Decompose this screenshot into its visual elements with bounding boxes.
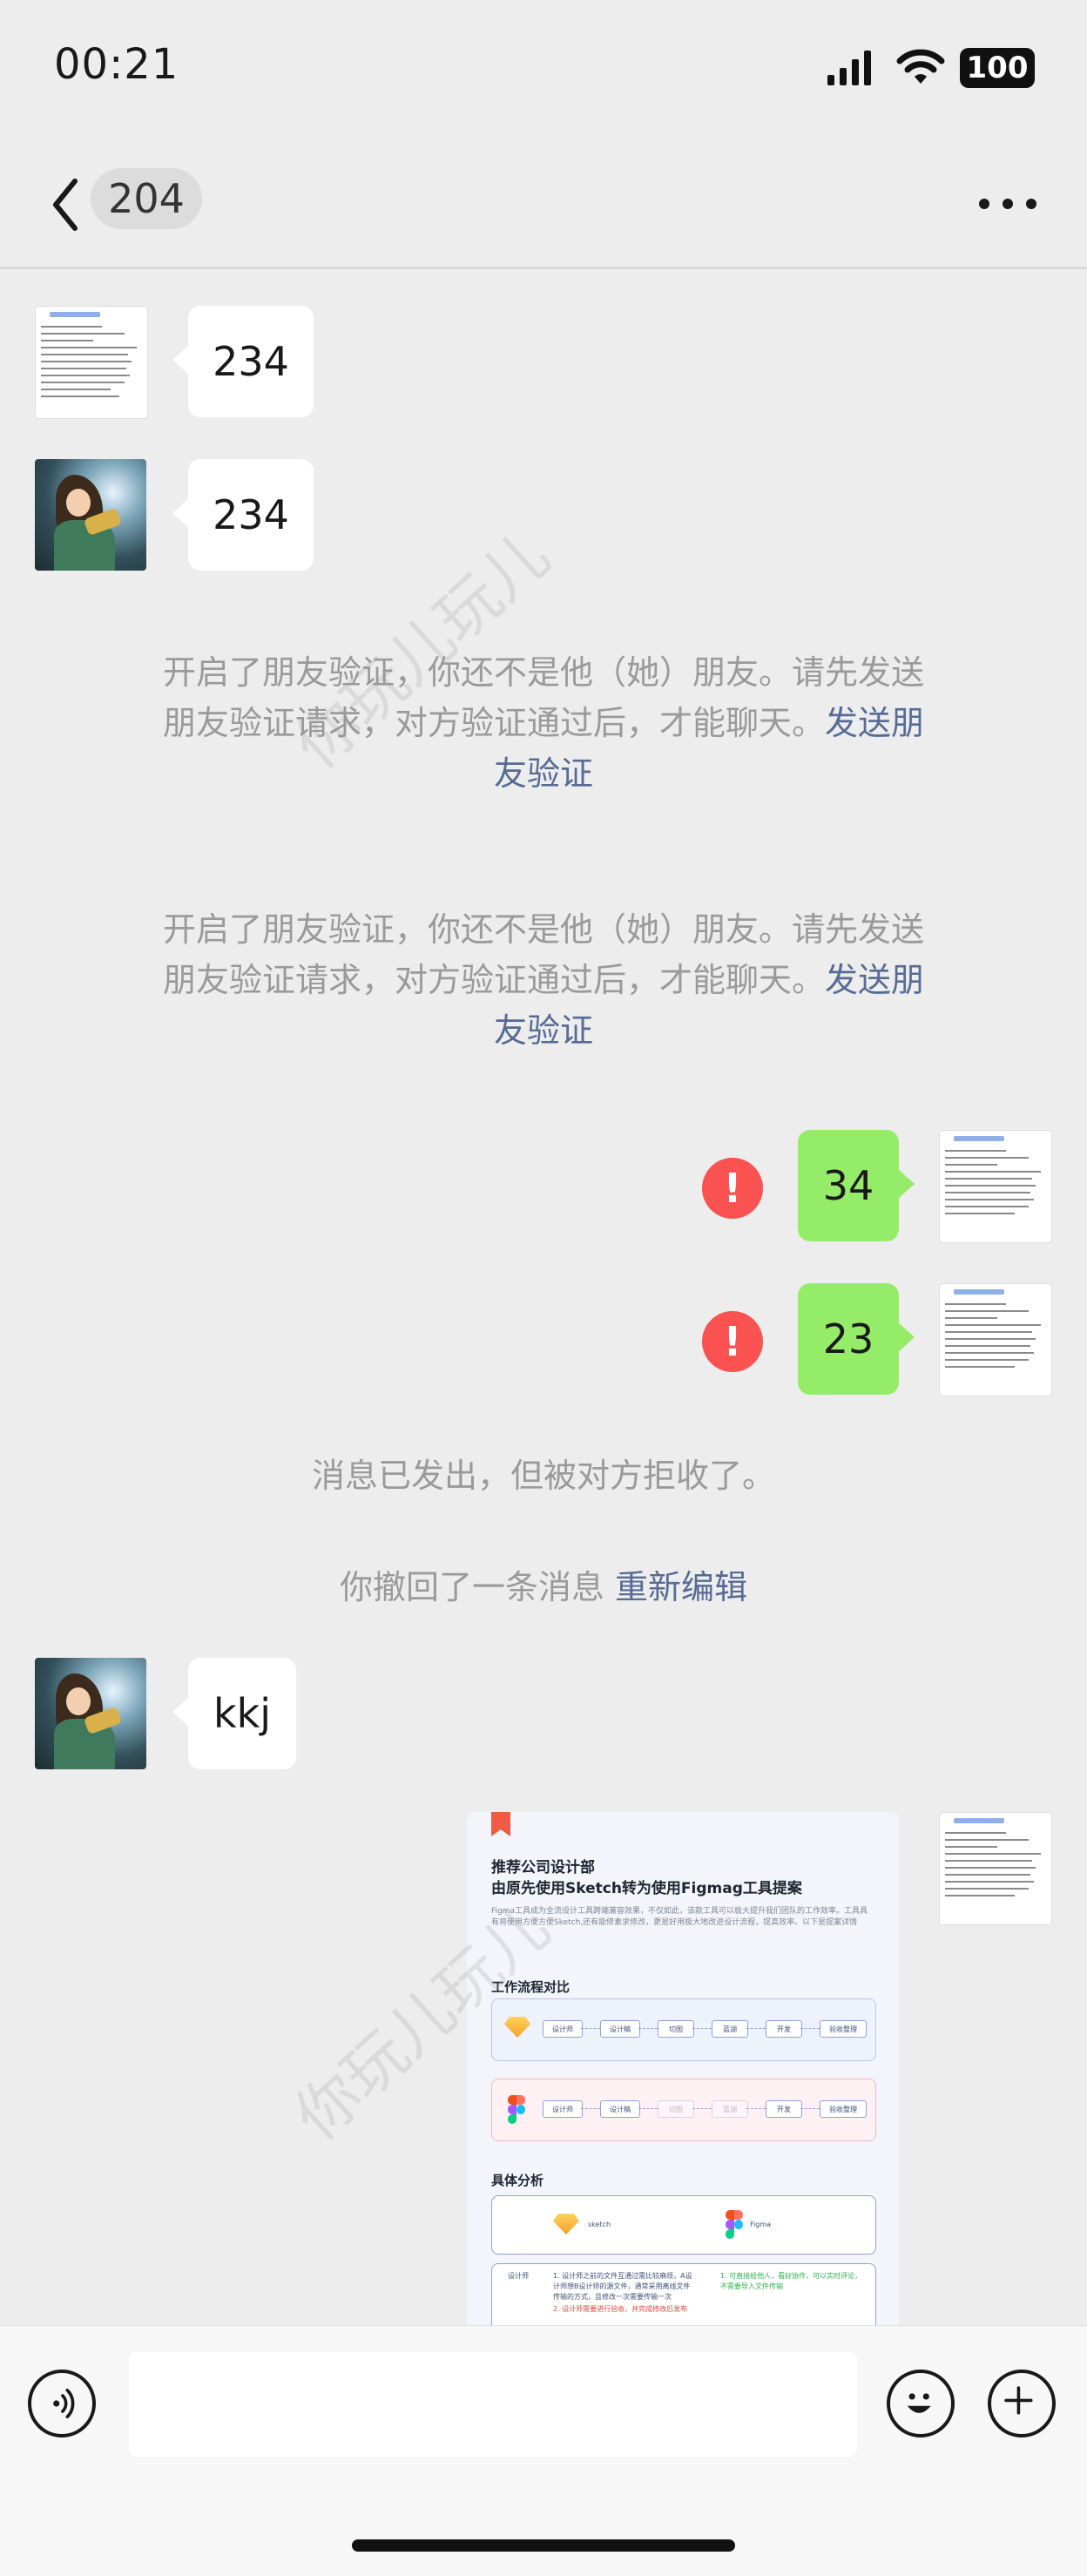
doc-description: Figma工具成为全流设计工具跨端兼容效果，不仅如此，该款工具可以极大提升我们团… xyxy=(491,1907,868,1927)
send-failed-icon[interactable]: ! xyxy=(702,1158,763,1219)
connector xyxy=(581,2028,600,2030)
section-heading: 具体分析 xyxy=(491,2173,544,2188)
unread-count-badge[interactable]: 204 xyxy=(91,168,202,229)
incoming-message-bubble[interactable]: 234 xyxy=(172,306,314,417)
home-indicator xyxy=(352,2539,735,2552)
signal-icon xyxy=(827,51,871,85)
message-rejected-notice: 消息已发出，但被对方拒收了。 xyxy=(311,1457,775,1495)
voice-icon[interactable] xyxy=(28,2370,96,2437)
plus-icon[interactable] xyxy=(988,2370,1056,2437)
contact-avatar[interactable] xyxy=(35,1658,146,1769)
message-list[interactable]: 234 234 开启了朋友验证，你还不是他（她）朋友。请先发送朋友验证请求，对方… xyxy=(0,269,1087,2325)
workflow-step: 验收整理 xyxy=(820,2020,867,2038)
workflow-step: 蓝湖 xyxy=(712,2020,748,2038)
shared-image-message[interactable]: 推荐公司设计部 由原先使用Sketch转为使用Figmag工具提案 Figma工… xyxy=(467,1812,899,2325)
back-icon[interactable] xyxy=(47,174,84,235)
outgoing-message-bubble[interactable]: 23 xyxy=(798,1283,915,1395)
connector xyxy=(800,2108,820,2110)
workflow-figma: 设计师 设计稿 切图 蓝湖 开发 验收整理 xyxy=(491,2079,876,2141)
my-avatar[interactable] xyxy=(939,1283,1052,1396)
battery-icon: 100 xyxy=(960,48,1035,88)
incoming-message-bubble[interactable]: kkj xyxy=(172,1658,296,1769)
tool-comparison: sketch Figma xyxy=(491,2195,876,2255)
doc-title: 推荐公司设计部 由原先使用Sketch转为使用Figmag工具提案 xyxy=(491,1857,874,1899)
recall-text: 你撤回了一条消息 xyxy=(339,1568,616,1606)
my-avatar[interactable] xyxy=(939,1130,1052,1243)
analysis-table: 设计师 1. 设计师之前的文件互通过需比较麻烦，A设计师想B设计师的源文件，通常… xyxy=(491,2263,876,2325)
row-label: 设计师 xyxy=(508,2272,529,2280)
contact-avatar[interactable] xyxy=(35,306,148,419)
my-avatar[interactable] xyxy=(939,1812,1052,1925)
tool-label: Figma xyxy=(750,2221,772,2228)
wifi-icon xyxy=(896,49,945,84)
notice-text: 开启了朋友验证，你还不是他（她）朋友。请先发送朋友验证请求，对方验证通过后，才能… xyxy=(162,910,924,999)
figma-icon xyxy=(508,2095,525,2125)
re-edit-link[interactable]: 重新编辑 xyxy=(615,1568,747,1606)
connector xyxy=(638,2028,658,2030)
outgoing-message-bubble[interactable]: 34 xyxy=(798,1130,915,1241)
contact-avatar[interactable] xyxy=(35,459,146,571)
connector xyxy=(800,2028,820,2030)
chat-header: 204 xyxy=(0,139,1087,269)
clock: 00:21 xyxy=(54,40,179,89)
workflow-step: 开发 xyxy=(766,2100,802,2118)
connector xyxy=(638,2108,658,2110)
message-input[interactable] xyxy=(129,2352,857,2457)
recall-notice: 你撤回了一条消息 重新编辑 xyxy=(0,1560,1087,1608)
emoji-icon[interactable] xyxy=(887,2370,955,2437)
friend-verification-notice: 开启了朋友验证，你还不是他（她）朋友。请先发送朋友验证请求，对方验证通过后，才能… xyxy=(157,647,930,799)
sketch-note: 2. 设计师需要进行验收，并完成修改后发布 xyxy=(553,2305,688,2313)
workflow-step: 设计师 xyxy=(543,2100,583,2118)
section-heading: 工作流程对比 xyxy=(491,1979,571,1995)
sketch-icon xyxy=(504,2017,530,2038)
workflow-step: 设计稿 xyxy=(600,2100,640,2118)
status-bar: 00:21 100 xyxy=(0,0,1087,139)
workflow-step: 切图 xyxy=(658,2100,694,2118)
incoming-message-bubble[interactable]: 234 xyxy=(172,459,314,571)
figma-note: 1. 可直接给他人，看好协作，可以实时评论，不需要导入文件传输 xyxy=(720,2272,862,2290)
workflow-step: 切图 xyxy=(658,2020,694,2038)
more-icon[interactable] xyxy=(976,193,1040,214)
sketch-note: 1. 设计师之前的文件互通过需比较麻烦，A设计师想B设计师的源文件，通常采用离线… xyxy=(553,2272,692,2301)
doc-title-line: 由原先使用Sketch转为使用Figmag工具提案 xyxy=(491,1880,802,1897)
workflow-step: 设计稿 xyxy=(600,2020,640,2038)
connector xyxy=(746,2108,766,2110)
doc-title-line: 推荐公司设计部 xyxy=(491,1859,595,1876)
sketch-icon xyxy=(553,2214,579,2235)
connector xyxy=(746,2028,766,2030)
workflow-step: 开发 xyxy=(766,2020,802,2038)
tool-label: sketch xyxy=(588,2221,611,2228)
send-failed-icon[interactable]: ! xyxy=(702,1311,763,1372)
connector xyxy=(581,2108,600,2110)
connector xyxy=(692,2028,712,2030)
friend-verification-notice: 开启了朋友验证，你还不是他（她）朋友。请先发送朋友验证请求，对方验证通过后，才能… xyxy=(157,904,930,1056)
connector xyxy=(692,2108,712,2110)
notice-text: 开启了朋友验证，你还不是他（她）朋友。请先发送朋友验证请求，对方验证通过后，才能… xyxy=(162,653,924,742)
figma-icon xyxy=(726,2210,743,2240)
bookmark-icon xyxy=(491,1812,510,1836)
workflow-sketch: 设计师 设计稿 切图 蓝湖 开发 验收整理 xyxy=(491,1998,876,2061)
workflow-step: 验收整理 xyxy=(820,2100,867,2118)
input-bar xyxy=(0,2325,1087,2576)
workflow-step: 蓝湖 xyxy=(712,2100,748,2118)
workflow-step: 设计师 xyxy=(543,2020,583,2038)
